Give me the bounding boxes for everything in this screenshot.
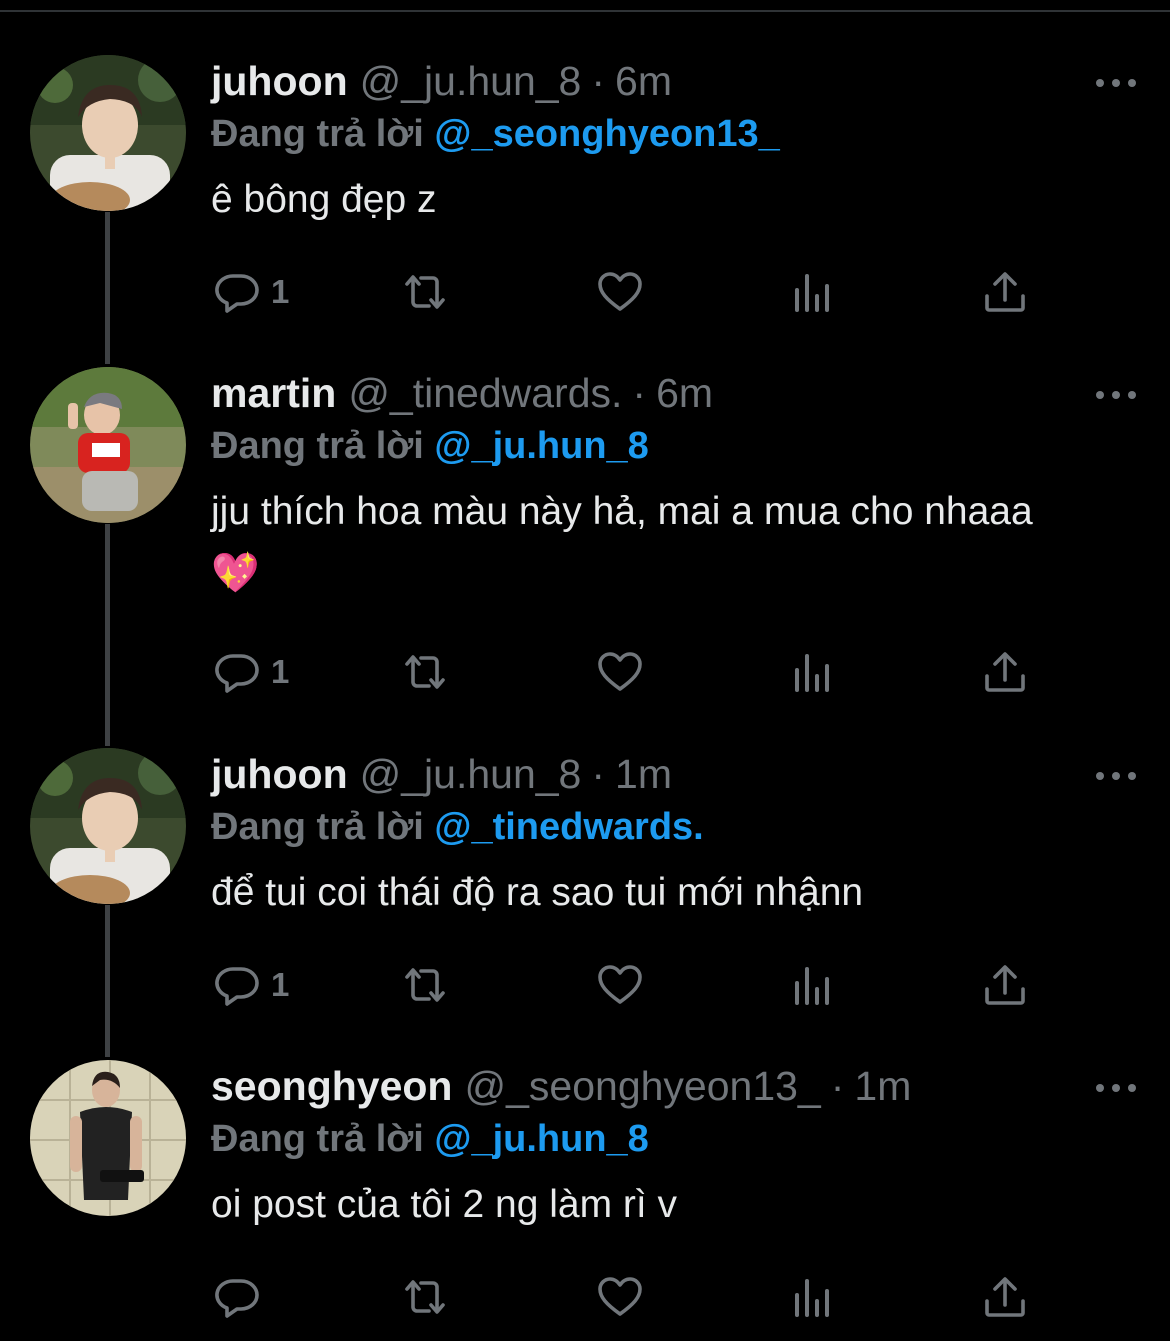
timestamp[interactable]: 1m [854,1060,911,1112]
share-icon [985,652,1025,692]
reply-icon [215,1279,259,1318]
views-icon [795,967,829,1005]
tweet-header: juhoon @_ju.hun_8 · 6m [211,55,1140,107]
dot-separator: · [591,751,606,797]
timestamp[interactable]: 6m [656,367,713,419]
mention-link[interactable]: @_seonghyeon13_ [434,113,779,155]
share-button[interactable] [981,1272,1029,1322]
tweet-actions: 1 [211,960,1041,1010]
reply-button[interactable]: 1 [213,960,289,1010]
views-button[interactable] [789,647,837,697]
like-button[interactable] [596,267,644,317]
thread-connector [105,524,110,746]
mention-link[interactable]: @_ju.hun_8 [434,1118,648,1160]
like-button[interactable] [596,960,644,1010]
timestamp[interactable]: 6m [615,55,672,107]
avatar[interactable] [30,367,186,523]
retweet-icon [405,1280,445,1314]
retweet-icon [405,275,445,309]
reply-thread: juhoon @_ju.hun_8 · 6m Đang trả lời @_se… [0,0,1170,1341]
reply-icon [215,967,259,1006]
retweet-button[interactable] [401,960,449,1010]
avatar[interactable] [30,1060,186,1216]
share-button[interactable] [981,647,1029,697]
like-button[interactable] [596,647,644,697]
more-icon[interactable] [1096,63,1136,103]
dot-separator: · [591,58,606,104]
retweet-button[interactable] [401,1272,449,1322]
replying-to-line: Đang trả lời @_seonghyeon13_ [211,109,1140,159]
share-icon [985,1277,1025,1317]
juhoon-avatar [30,55,186,211]
display-name[interactable]: juhoon [211,748,348,800]
replying-to-line: Đang trả lời @_ju.hun_8 [211,1114,1140,1164]
display-name[interactable]: seonghyeon [211,1060,452,1112]
avatar[interactable] [30,748,186,904]
juhoon-avatar [30,748,186,904]
tweet-actions [211,1272,1041,1322]
timestamp[interactable]: 1m [615,748,672,800]
views-button[interactable] [789,960,837,1010]
replying-label: Đang trả lời [211,425,424,467]
user-handle[interactable]: @_tinedwards. [348,367,622,419]
tweet-text: ê bông đẹp z [211,178,437,221]
replying-to-line: Đang trả lời @_ju.hun_8 [211,421,1140,471]
reply-icon [215,654,259,693]
replying-label: Đang trả lời [211,806,424,848]
mention-link[interactable]: @_ju.hun_8 [434,425,648,467]
share-button[interactable] [981,960,1029,1010]
reply-button[interactable] [213,1272,271,1322]
reply-count: 1 [271,653,290,690]
seonghyeon-avatar [30,1060,186,1216]
dot-separator: · [830,1063,845,1109]
display-name[interactable]: juhoon [211,55,348,107]
share-icon [985,965,1025,1005]
heart-icon [598,272,642,311]
views-button[interactable] [789,267,837,317]
retweet-icon [405,655,445,689]
tweet-text: jju thích hoa màu này hả, mai a mua cho … [211,490,1033,595]
user-handle[interactable]: @_seonghyeon13_ [464,1060,820,1112]
user-handle[interactable]: @_ju.hun_8 [360,748,582,800]
replying-label: Đang trả lời [211,1118,424,1160]
heart-icon [598,652,642,691]
mention-link[interactable]: @_tinedwards. [434,806,703,848]
tweet-header: juhoon @_ju.hun_8 · 1m [211,748,1140,800]
views-button[interactable] [789,1272,837,1322]
tweet-actions: 1 [211,647,1041,697]
dot-separator: · [632,370,647,416]
views-icon [795,1279,829,1317]
retweet-button[interactable] [401,647,449,697]
share-button[interactable] [981,267,1029,317]
share-icon [985,272,1025,312]
heart-icon [598,965,642,1004]
retweet-icon [405,968,445,1002]
more-icon[interactable] [1096,375,1136,415]
reply-button[interactable]: 1 [213,647,289,697]
replying-label: Đang trả lời [211,113,424,155]
thread-connector [105,905,110,1057]
avatar[interactable] [30,55,186,211]
views-icon [795,274,829,312]
tweet-text: để tui coi thái độ ra sao tui mới nhậnn [211,871,864,914]
more-icon[interactable] [1096,1068,1136,1108]
user-handle[interactable]: @_ju.hun_8 [360,55,582,107]
martin-avatar [30,367,186,523]
tweet-text: oi post của tôi 2 ng làm rì v [211,1183,678,1226]
display-name[interactable]: martin [211,367,336,419]
like-button[interactable] [596,1272,644,1322]
more-icon[interactable] [1096,756,1136,796]
reply-count: 1 [271,273,290,310]
reply-button[interactable]: 1 [213,267,289,317]
heart-icon [598,1277,642,1316]
tweet-header: martin @_tinedwards. · 6m [211,367,1140,419]
reply-count: 1 [271,966,290,1003]
reply-icon [215,274,259,313]
tweet-header: seonghyeon @_seonghyeon13_ · 1m [211,1060,1140,1112]
replying-to-line: Đang trả lời @_tinedwards. [211,802,1140,852]
views-icon [795,654,829,692]
thread-connector [105,212,110,364]
retweet-button[interactable] [401,267,449,317]
tweet-actions: 1 [211,267,1041,317]
